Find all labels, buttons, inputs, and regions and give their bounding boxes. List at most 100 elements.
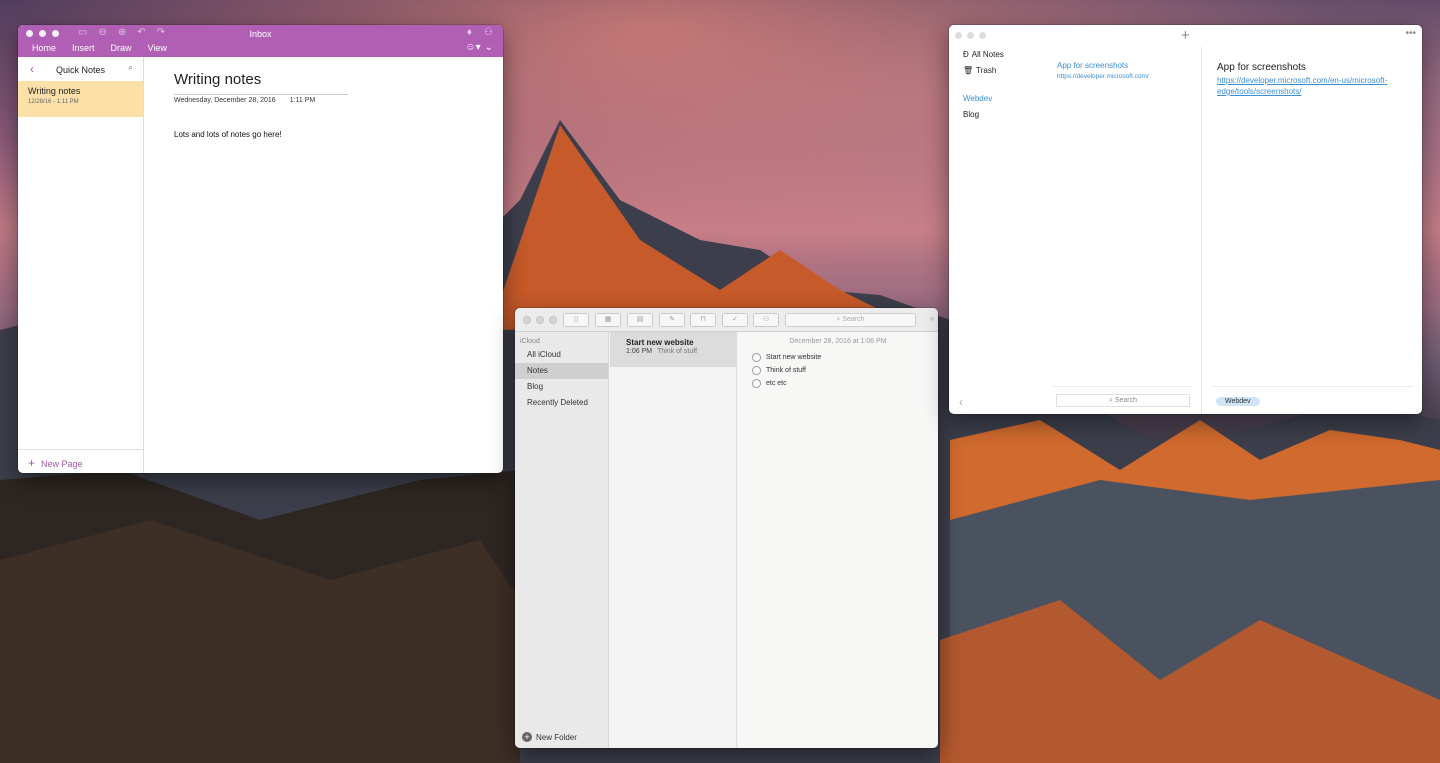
- page-title[interactable]: Writing notes: [174, 71, 261, 88]
- add-people-icon[interactable]: ⚇: [753, 313, 779, 327]
- tag-chip[interactable]: Webdev: [1216, 397, 1260, 406]
- search-icon[interactable]: ⌕: [128, 62, 133, 73]
- search-input[interactable]: ⌕ Search: [1056, 394, 1190, 407]
- share-icon[interactable]: ⚇: [484, 27, 493, 38]
- checkbox-circle[interactable]: [752, 379, 761, 388]
- page-body[interactable]: Lots and lots of notes go here!: [174, 130, 282, 139]
- note-detail[interactable]: App for screenshots https://developer.mi…: [1203, 47, 1422, 414]
- note-preview: Think of stuff: [657, 348, 698, 355]
- new-page-label: New Page: [41, 459, 83, 469]
- page-canvas[interactable]: Writing notes Wednesday, December 28, 20…: [145, 57, 503, 473]
- titlebar-right: ♦ ⚇: [467, 27, 493, 38]
- folder-all-icloud[interactable]: All iCloud: [515, 347, 608, 363]
- minimize-button[interactable]: [536, 316, 544, 324]
- notes-toolbar: ▯ ▦ ▤ ✎ ⊓ ✓ ⚇ ⌕ Search »: [515, 308, 938, 332]
- note-date: December 28, 2016 at 1:06 PM: [789, 338, 887, 345]
- page-list-item[interactable]: Writing notes 12/28/16 - 1:11 PM: [18, 81, 143, 117]
- notes-list: App for screenshots https://developer.mi…: [1045, 47, 1202, 414]
- note-preview: https://developer.microsoft.com/: [1057, 73, 1149, 80]
- checkbox-circle[interactable]: [752, 366, 761, 375]
- section-header: ‹ Quick Notes ⌕: [18, 57, 143, 81]
- lock-icon[interactable]: ⊓: [690, 313, 716, 327]
- folder-notes[interactable]: Notes: [515, 363, 608, 379]
- overflow-chevron-icon[interactable]: »: [930, 314, 934, 323]
- gallery-view-icon[interactable]: ▦: [595, 313, 621, 327]
- compose-icon[interactable]: ✎: [659, 313, 685, 327]
- checklist: Start new website Think of stuff etc etc: [738, 351, 938, 390]
- page-date: Wednesday, December 28, 2016: [174, 97, 276, 104]
- tab-view[interactable]: View: [148, 43, 167, 53]
- page-item-title: Writing notes: [28, 86, 81, 96]
- more-options-icon[interactable]: •••: [1405, 28, 1416, 39]
- list-item[interactable]: App for screenshots https://developer.mi…: [1045, 47, 1201, 80]
- checklist-text[interactable]: etc etc: [766, 380, 787, 387]
- tag-webdev[interactable]: Webdev: [949, 91, 1045, 107]
- checklist-item: etc etc: [752, 377, 938, 390]
- window-controls: [523, 316, 557, 324]
- checklist-text[interactable]: Start new website: [766, 354, 821, 361]
- search-placeholder: Search: [1114, 397, 1138, 404]
- ribbon-right: ☺▾ ⌄: [465, 42, 493, 53]
- tab-insert[interactable]: Insert: [72, 43, 95, 53]
- notifications-icon[interactable]: ♦: [467, 27, 472, 38]
- note-title: App for screenshots: [1057, 61, 1129, 70]
- nav-all-notes[interactable]: Ð All Notes: [949, 47, 1045, 63]
- notes-icon: Ð: [963, 50, 969, 59]
- nav-trash[interactable]: 🗑 Trash: [949, 63, 1045, 79]
- note-time: 1:06 PM: [626, 348, 653, 355]
- folders-sidebar: iCloud All iCloud Notes Blog Recently De…: [515, 332, 609, 748]
- checkbox-circle[interactable]: [752, 353, 761, 362]
- page-time: 1:11 PM: [289, 97, 316, 104]
- checklist-icon[interactable]: ✓: [722, 313, 748, 327]
- detail-title[interactable]: App for screenshots: [1203, 47, 1422, 73]
- note-editor[interactable]: December 28, 2016 at 1:06 PM Start new w…: [738, 332, 938, 748]
- simplenote-window: + ••• Ð All Notes 🗑 Trash Webdev Blog ‹ Ap…: [949, 25, 1422, 414]
- note-meta: 1:06 PM Think of stuff: [626, 348, 728, 355]
- zoom-button[interactable]: [979, 32, 986, 39]
- plus-circle-icon: +: [522, 732, 532, 742]
- trash-icon: 🗑: [963, 66, 974, 75]
- account-header: iCloud: [520, 338, 540, 345]
- notes-list: Start new website 1:06 PM Think of stuff: [610, 332, 737, 748]
- list-item[interactable]: Start new website 1:06 PM Think of stuff: [610, 332, 736, 367]
- onenote-window: ▭ ⊖ ⊕ ↶ ↷ Inbox ♦ ⚇ Home Insert Draw Vie…: [18, 25, 503, 473]
- zoom-button[interactable]: [549, 316, 557, 324]
- checklist-text[interactable]: Think of stuff: [766, 367, 806, 374]
- new-folder-button[interactable]: + New Folder: [522, 732, 577, 742]
- collapse-ribbon-icon[interactable]: ⌄: [485, 42, 493, 53]
- navigation-sidebar: Ð All Notes 🗑 Trash Webdev Blog ‹: [949, 47, 1045, 414]
- page-item-date: 12/28/16 - 1:11 PM: [28, 99, 79, 105]
- checklist-item: Start new website: [752, 351, 938, 364]
- pages-sidebar: ‹ Quick Notes ⌕ Writing notes 12/28/16 -…: [18, 57, 144, 473]
- trash-icon[interactable]: ▤: [627, 313, 653, 327]
- plus-icon: +: [28, 456, 36, 470]
- onenote-titlebar: ▭ ⊖ ⊕ ↶ ↷ Inbox ♦ ⚇ Home Insert Draw Vie…: [18, 25, 503, 57]
- close-button[interactable]: [955, 32, 962, 39]
- collapse-chevron-icon[interactable]: ‹: [959, 395, 963, 409]
- close-button[interactable]: [523, 316, 531, 324]
- detail-link[interactable]: https://developer.microsoft.com/en-us/mi…: [1203, 75, 1408, 97]
- nav-all-notes-label: All Notes: [971, 50, 1004, 59]
- search-field[interactable]: ⌕ Search: [785, 313, 916, 327]
- folder-recently-deleted[interactable]: Recently Deleted: [515, 395, 608, 411]
- ribbon-tabs: Home Insert Draw View: [32, 43, 183, 53]
- divider: [1211, 386, 1414, 387]
- new-note-plus-icon[interactable]: +: [1181, 27, 1190, 44]
- tab-home[interactable]: Home: [32, 43, 56, 53]
- nav-trash-label: Trash: [976, 66, 997, 75]
- new-folder-label: New Folder: [536, 732, 577, 742]
- tag-blog[interactable]: Blog: [949, 107, 1045, 123]
- apple-notes-window: ▯ ▦ ▤ ✎ ⊓ ✓ ⚇ ⌕ Search » iCloud All iClo…: [515, 308, 938, 748]
- search-placeholder: Search: [842, 316, 865, 323]
- simplenote-titlebar: + •••: [949, 25, 1422, 47]
- folder-blog[interactable]: Blog: [515, 379, 608, 395]
- tab-draw[interactable]: Draw: [111, 43, 132, 53]
- window-controls: [955, 32, 986, 39]
- feedback-icon[interactable]: ☺▾: [465, 42, 480, 53]
- sidebar-toggle-icon[interactable]: ▯: [563, 313, 589, 327]
- minimize-button[interactable]: [967, 32, 974, 39]
- new-page-button[interactable]: + New Page: [18, 449, 143, 473]
- divider: [1053, 386, 1193, 387]
- section-title: Quick Notes: [55, 65, 106, 75]
- window-title: Inbox: [249, 29, 272, 39]
